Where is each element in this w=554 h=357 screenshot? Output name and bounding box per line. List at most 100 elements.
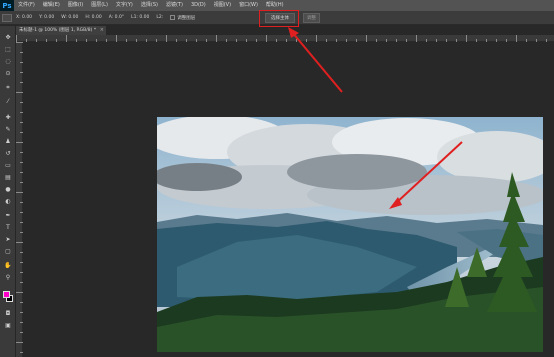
ruler-tick (66, 35, 67, 42)
ruler-tick (16, 292, 23, 293)
ruler-tick (176, 39, 177, 42)
ruler-tick (16, 35, 17, 42)
ruler-tick (20, 222, 23, 223)
gradient-icon[interactable]: ▤ (4, 174, 12, 181)
ruler-tick (126, 39, 127, 42)
ruler-tick (16, 92, 23, 93)
screen-mode-icon[interactable]: ▣ (4, 322, 12, 329)
ruler-tick (266, 35, 267, 42)
foreground-color-swatch[interactable] (3, 291, 10, 298)
ruler-tick (20, 202, 23, 203)
ruler-tick (376, 39, 377, 42)
quick-mask-icon[interactable]: ◘ (4, 310, 12, 317)
ruler-tick (20, 262, 23, 263)
l2-field[interactable]: L2: (156, 15, 163, 20)
ruler-tick (20, 132, 23, 133)
y-field[interactable]: Y: 0.00 (39, 15, 54, 20)
dodge-icon[interactable]: ◐ (4, 198, 12, 205)
ruler-tick (20, 312, 23, 313)
ruler-tick (20, 212, 23, 213)
stamp-icon[interactable]: ♟ (4, 138, 12, 145)
menu-edit[interactable]: 编辑(E) (39, 0, 64, 11)
ruler-tick (20, 282, 23, 283)
ruler-tick (366, 35, 367, 42)
landscape-photo (157, 117, 543, 352)
ruler-tick (36, 39, 37, 42)
lasso-icon[interactable]: ◌ (4, 58, 12, 65)
ruler-tick (136, 39, 137, 42)
ruler-tick (286, 39, 287, 42)
hand-icon[interactable]: ✋ (4, 262, 12, 269)
shape-icon[interactable]: ▢ (4, 248, 12, 255)
ruler-tick (20, 272, 23, 273)
l1-field[interactable]: L1: 0.00 (131, 15, 149, 20)
ruler-tick (476, 39, 477, 42)
ruler-tick (20, 172, 23, 173)
adjust-layer-checkbox[interactable] (170, 15, 176, 20)
path-select-icon[interactable]: ➤ (4, 236, 12, 243)
blur-icon[interactable]: ● (4, 186, 12, 193)
menu-file[interactable]: 文件(F) (14, 0, 39, 11)
ruler-tick (326, 39, 327, 42)
ruler-tick (496, 39, 497, 42)
marquee-icon[interactable]: ⬚ (4, 46, 12, 53)
angle-field[interactable]: A: 0.0° (109, 15, 124, 20)
quick-select-icon[interactable]: ⊙ (4, 70, 12, 77)
crop-icon[interactable]: ⌗ (4, 84, 12, 91)
menu-filter[interactable]: 滤镜(T) (162, 0, 187, 11)
ruler-tick (416, 35, 417, 42)
ruler-tick (20, 352, 23, 353)
brush-icon[interactable]: ✎ (4, 126, 12, 133)
ruler-tick (336, 39, 337, 42)
ruler-tick (20, 322, 23, 323)
eraser-icon[interactable]: ▭ (4, 162, 12, 169)
ruler-tick (20, 72, 23, 73)
close-icon[interactable]: × (100, 26, 104, 35)
healing-icon[interactable]: ✚ (4, 114, 12, 121)
ruler-tick (206, 39, 207, 42)
menu-3d[interactable]: 3D(D) (187, 0, 210, 11)
ruler-tick (436, 39, 437, 42)
ruler-tick (196, 39, 197, 42)
ruler-tick (56, 39, 57, 42)
ruler-tick (16, 342, 23, 343)
ruler-tick (20, 182, 23, 183)
photoshop-window: Ps 文件(F) 编辑(E) 图像(I) 图层(L) 文字(Y) 选择(S) 滤… (0, 0, 554, 357)
menu-view[interactable]: 视图(V) (210, 0, 235, 11)
h-field[interactable]: H: 0.00 (85, 15, 101, 20)
menu-type[interactable]: 文字(Y) (112, 0, 137, 11)
ruler-tick (26, 39, 27, 42)
w-field[interactable]: W: 0.00 (61, 15, 78, 20)
ruler-tick (526, 39, 527, 42)
history-brush-icon[interactable]: ↺ (4, 150, 12, 157)
ruler-tick (486, 39, 487, 42)
menu-select[interactable]: 选择(S) (137, 0, 162, 11)
ruler-tick (20, 152, 23, 153)
ruler-tick (20, 52, 23, 53)
ruler-tick (20, 62, 23, 63)
move-icon[interactable]: ✥ (4, 34, 12, 41)
ruler-tick (186, 39, 187, 42)
ruler-tick (86, 39, 87, 42)
ruler-tick (76, 39, 77, 42)
tool-preset-picker[interactable] (2, 13, 12, 22)
ruler-tick (166, 35, 167, 42)
ruler-tick (396, 39, 397, 42)
menu-window[interactable]: 窗口(W) (235, 0, 262, 11)
pen-icon[interactable]: ✒ (4, 212, 12, 219)
ruler-tick (20, 252, 23, 253)
x-field[interactable]: X: 0.00 (16, 15, 32, 20)
menu-image[interactable]: 图像(I) (64, 0, 87, 11)
refine-button[interactable]: 调整 (303, 13, 320, 23)
menu-layer[interactable]: 图层(L) (87, 0, 112, 11)
zoom-icon[interactable]: ⚲ (4, 274, 12, 281)
ruler-tick (446, 39, 447, 42)
ruler-tick (20, 332, 23, 333)
ruler-tick (246, 39, 247, 42)
ruler-tick (426, 39, 427, 42)
type-icon[interactable]: T (4, 224, 12, 231)
document-tab[interactable]: 未标题-1 @ 100% (图层 1, RGB/8) * × (16, 26, 106, 35)
ruler-tick (306, 39, 307, 42)
ruler-tick (546, 39, 547, 42)
eyedropper-icon[interactable]: ⁄ (4, 98, 12, 105)
